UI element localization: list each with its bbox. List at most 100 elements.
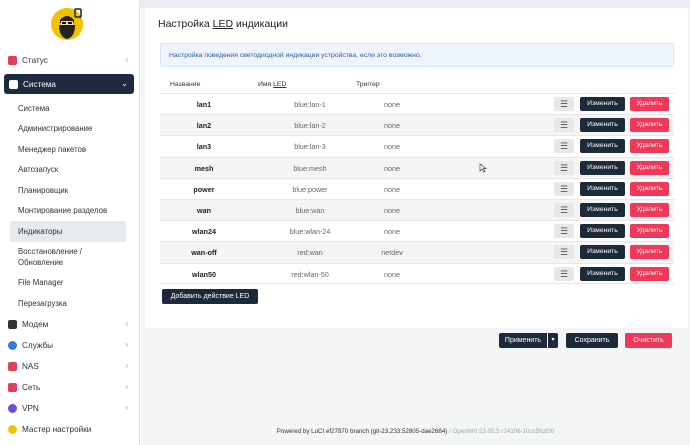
edit-button[interactable]: Изменить bbox=[580, 160, 625, 175]
drag-handle-icon[interactable]: ☰ bbox=[554, 160, 574, 175]
led-sysfs-cell: blue:lan-2 bbox=[294, 121, 326, 131]
sidebar-subitem[interactable]: Система bbox=[0, 98, 140, 119]
delete-button[interactable]: Удалить bbox=[630, 181, 669, 196]
sidebar-item-vpn[interactable]: VPN › bbox=[0, 398, 140, 419]
header-trigger: Триггер bbox=[356, 81, 380, 88]
save-button[interactable]: Сохранить bbox=[566, 333, 618, 348]
drag-handle-icon[interactable]: ☰ bbox=[554, 118, 574, 133]
sidebar-item-logout[interactable]: Выйти bbox=[0, 440, 140, 445]
table-row: lan2 blue:lan-2 none ☰ Изменить Удалить bbox=[160, 114, 674, 136]
drag-handle-icon[interactable]: ☰ bbox=[554, 266, 574, 281]
sidebar-subitem[interactable]: Автозапуск bbox=[0, 160, 140, 181]
sidebar-item-label: NAS bbox=[22, 361, 39, 371]
edit-button[interactable]: Изменить bbox=[580, 202, 625, 217]
sidebar-item-system[interactable]: Система ⌄ bbox=[4, 74, 134, 94]
drag-handle-icon[interactable]: ☰ bbox=[554, 202, 574, 217]
sidebar-item-modem[interactable]: Модем › bbox=[0, 314, 140, 335]
main-menu: Статус › Система ⌄ Система Администрирование М… bbox=[0, 50, 140, 445]
header-led-prefix: Имя bbox=[258, 81, 274, 88]
status-icon bbox=[8, 56, 17, 65]
led-trigger-cell: none bbox=[384, 121, 400, 131]
sidebar-item-status[interactable]: Статус › bbox=[0, 50, 140, 71]
delete-button[interactable]: Удалить bbox=[630, 139, 669, 154]
drag-handle-icon[interactable]: ☰ bbox=[554, 181, 574, 196]
table-row: power blue:power none ☰ Изменить Удалить bbox=[160, 177, 674, 199]
edit-button[interactable]: Изменить bbox=[580, 181, 625, 196]
led-config-card: Настройка LED индикации Настройка поведе… bbox=[145, 8, 688, 328]
sidebar-item-label: VPN bbox=[22, 403, 39, 413]
led-name-cell: mesh bbox=[194, 163, 214, 173]
led-name-cell: wan bbox=[197, 205, 211, 215]
table-row: lan1 blue:lan-1 none ☰ Изменить Удалить bbox=[160, 93, 674, 114]
chevron-icon: ⌄ bbox=[121, 79, 128, 88]
title-led: LED bbox=[212, 18, 234, 30]
chevron-icon: › bbox=[125, 360, 128, 370]
led-name-cell: lan2 bbox=[196, 121, 212, 131]
led-trigger-cell: none bbox=[384, 227, 400, 237]
info-alert: Настройка поведения светодиодной индикац… bbox=[160, 43, 674, 67]
header-led: Имя LED bbox=[258, 81, 286, 88]
title-prefix: Настройка bbox=[158, 18, 213, 30]
mouse-cursor-icon bbox=[479, 163, 487, 173]
drag-handle-icon[interactable]: ☰ bbox=[554, 139, 574, 154]
drag-handle-icon[interactable]: ☰ bbox=[554, 97, 574, 111]
led-sysfs-cell: blue:lan-3 bbox=[294, 142, 326, 152]
sidebar-subitem[interactable]: Индикаторы bbox=[10, 221, 126, 242]
sidebar-item-nas[interactable]: NAS › bbox=[0, 356, 140, 377]
delete-button[interactable]: Удалить bbox=[630, 118, 669, 133]
sidebar-item-services[interactable]: Службы › bbox=[0, 335, 140, 356]
delete-button[interactable]: Удалить bbox=[630, 97, 669, 111]
header-name: Название bbox=[170, 81, 201, 88]
delete-button[interactable]: Удалить bbox=[630, 266, 669, 281]
apply-dropdown-button[interactable]: ▾ bbox=[548, 333, 558, 348]
table-row: wan-off red:wan netdev ☰ Изменить Удалить bbox=[160, 241, 674, 263]
footer: Powered by LuCI ef27870 branch (git-23.2… bbox=[141, 428, 690, 435]
chevron-icon: › bbox=[125, 339, 128, 349]
edit-button[interactable]: Изменить bbox=[580, 139, 625, 154]
main-content: Настройка LED индикации Настройка поведе… bbox=[141, 8, 690, 445]
drag-handle-icon[interactable]: ☰ bbox=[554, 245, 574, 260]
sidebar-subitem[interactable]: Менеджер пакетов bbox=[0, 139, 140, 160]
led-trigger-cell: none bbox=[384, 163, 400, 173]
table-row: wlan50 red:wlan-50 none ☰ Изменить Удалить bbox=[160, 262, 674, 284]
edit-button[interactable]: Изменить bbox=[580, 118, 625, 133]
drag-handle-icon[interactable]: ☰ bbox=[554, 224, 574, 239]
apply-button[interactable]: Применить bbox=[499, 333, 547, 348]
title-suffix: индикации bbox=[233, 18, 289, 30]
delete-button[interactable]: Удалить bbox=[630, 224, 669, 239]
edit-button[interactable]: Изменить bbox=[580, 224, 625, 239]
edit-button[interactable]: Изменить bbox=[580, 266, 625, 281]
delete-button[interactable]: Удалить bbox=[630, 160, 669, 175]
sidebar-subitem[interactable]: Администрирование bbox=[0, 119, 140, 140]
edit-button[interactable]: Изменить bbox=[580, 97, 625, 111]
sidebar-subitem[interactable]: Планировщик bbox=[0, 180, 140, 201]
led-name-cell: lan3 bbox=[196, 142, 212, 152]
delete-button[interactable]: Удалить bbox=[630, 202, 669, 217]
led-trigger-cell: none bbox=[384, 184, 400, 194]
delete-button[interactable]: Удалить bbox=[630, 245, 669, 260]
sidebar-subitem[interactable]: Восстановление / Обновление bbox=[0, 242, 110, 273]
led-trigger-cell: none bbox=[384, 205, 400, 215]
led-name-cell: wan-off bbox=[191, 248, 217, 258]
reset-button[interactable]: Очистить bbox=[625, 333, 672, 348]
sidebar-subitem[interactable]: Монтирование разделов bbox=[0, 201, 140, 222]
services-icon bbox=[8, 340, 17, 350]
table-row: wlan24 blue:wlan-24 none ☰ Изменить Удалить bbox=[160, 220, 674, 241]
sidebar-subitem[interactable]: Перезагрузка bbox=[0, 293, 140, 314]
sidebar-subitem[interactable]: File Manager bbox=[0, 273, 140, 294]
led-name-cell: wlan24 bbox=[192, 227, 216, 237]
logo-icon[interactable] bbox=[50, 6, 86, 42]
chevron-icon: › bbox=[125, 402, 128, 412]
system-icon bbox=[9, 79, 18, 89]
header-led-abbr: LED bbox=[273, 81, 287, 88]
sidebar-item-network[interactable]: Сеть › bbox=[0, 377, 140, 398]
led-trigger-cell: none bbox=[384, 142, 400, 152]
led-name-cell: power bbox=[193, 184, 215, 194]
footer-luci-link[interactable]: Powered by LuCI ef27870 branch (git-23.2… bbox=[277, 428, 448, 435]
footer-openwrt-version[interactable]: OpenWrt 23.05.5 r24106-10cc5fcd00 bbox=[453, 428, 555, 435]
sidebar-item-wizard[interactable]: Мастер настройки bbox=[0, 419, 140, 440]
edit-button[interactable]: Изменить bbox=[580, 245, 625, 260]
sidebar-item-label: Мастер настройки bbox=[22, 424, 92, 434]
add-led-action-button[interactable]: Добавить действие LED bbox=[162, 289, 258, 304]
modem-icon bbox=[8, 319, 17, 329]
